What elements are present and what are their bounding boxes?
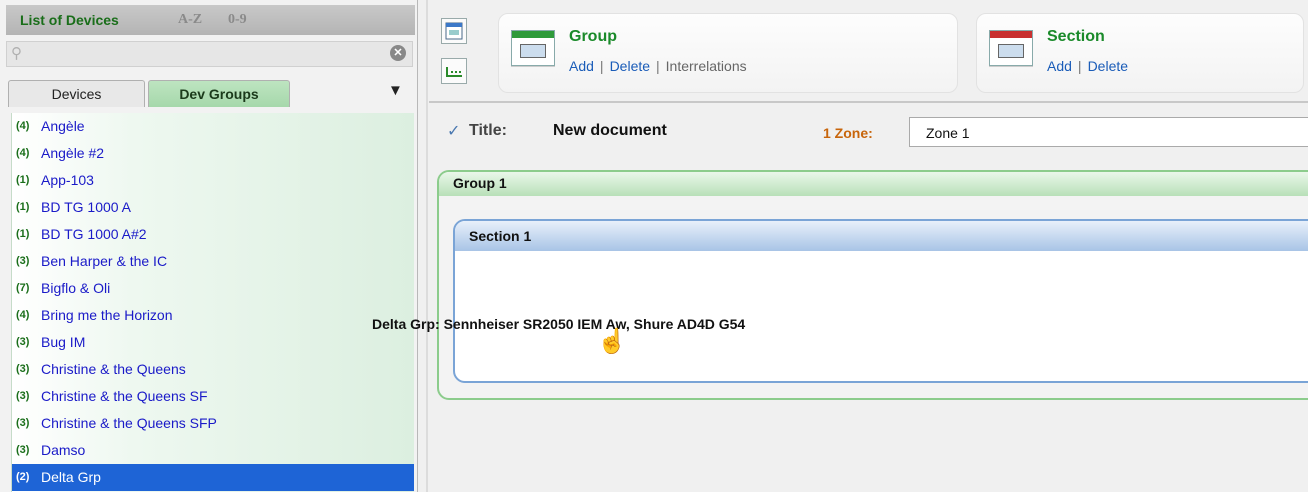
group-name: App-103: [41, 172, 94, 188]
device-count: (3): [16, 390, 30, 402]
group-icon: [511, 30, 555, 66]
list-item[interactable]: (4) Angèle #2: [12, 140, 414, 167]
section-title: Section 1: [469, 228, 532, 244]
device-count: (1): [16, 174, 30, 186]
layout-view-button[interactable]: [441, 18, 467, 44]
device-list-panel: List of Devices A-Z 0-9 ⚲ ✕ Devices Dev …: [0, 0, 418, 492]
group-name: Bigflo & Oli: [41, 280, 111, 296]
tab-devices[interactable]: Devices: [8, 80, 145, 107]
group-toolbar-card: Group Add | Delete | Interrelations: [498, 13, 958, 93]
section-container[interactable]: Section 1: [453, 219, 1308, 383]
view-toolbar: [441, 8, 469, 88]
group-name: Bring me the Horizon: [41, 307, 173, 323]
group-name: Angèle: [41, 118, 85, 134]
dots-icon: [446, 67, 462, 77]
group-name: BD TG 1000 A: [41, 199, 132, 215]
list-item[interactable]: (1) BD TG 1000 A: [12, 194, 414, 221]
section-toolbar-card: Section Add | Delete: [976, 13, 1304, 93]
grid-view-button[interactable]: [441, 58, 467, 84]
list-tabs: Devices Dev Groups ▼: [6, 80, 415, 108]
group-name: Delta Grp: [41, 469, 101, 485]
device-count: (4): [16, 309, 30, 321]
group-name: Christine & the Queens: [41, 361, 186, 377]
device-count: (1): [16, 201, 30, 213]
device-count: (3): [16, 255, 30, 267]
group-header[interactable]: Group 1: [439, 172, 1308, 196]
group-name: Bug IM: [41, 334, 86, 350]
section-card-title: Section: [1047, 28, 1105, 45]
document-title[interactable]: New document: [553, 122, 667, 140]
device-assignment-label[interactable]: Delta Grp: Sennheiser SR2050 IEM Aw, Shu…: [372, 316, 745, 332]
panel-title: List of Devices: [20, 12, 119, 28]
section-icon: [989, 30, 1033, 66]
device-count: (3): [16, 417, 30, 429]
device-count: (1): [16, 228, 30, 240]
list-item[interactable]: (7) Bigflo & Oli: [12, 275, 414, 302]
list-item[interactable]: (1) BD TG 1000 A#2: [12, 221, 414, 248]
zone-field[interactable]: Zone 1: [909, 117, 1308, 147]
group-title: Group 1: [453, 175, 507, 191]
device-count: (4): [16, 120, 30, 132]
device-count: (3): [16, 363, 30, 375]
document-area: ✓ Title: New document 1 Zone: Zone 1 Gro…: [429, 103, 1308, 492]
edit-title-icon[interactable]: ✓: [447, 121, 460, 141]
section-header[interactable]: Section 1: [455, 221, 1308, 251]
window-icon: [445, 22, 463, 40]
device-count: (4): [16, 147, 30, 159]
filter-icon[interactable]: ▼: [388, 82, 403, 99]
group-name: Christine & the Queens SF: [41, 388, 208, 404]
search-input[interactable]: ⚲ ✕: [6, 41, 413, 67]
delete-section-link[interactable]: Delete: [1088, 58, 1128, 74]
list-item[interactable]: (3) Bug IM: [12, 329, 414, 356]
group-name: Christine & the Queens SFP: [41, 415, 217, 431]
add-group-link[interactable]: Add: [569, 58, 594, 74]
interrelations-link[interactable]: Interrelations: [666, 58, 747, 74]
group-actions: Add | Delete | Interrelations: [569, 58, 747, 74]
device-count: (2): [16, 471, 30, 483]
group-card-title: Group: [569, 28, 617, 45]
sort-09-button[interactable]: 0-9: [228, 12, 247, 28]
add-section-link[interactable]: Add: [1047, 58, 1072, 74]
title-label: Title:: [469, 122, 507, 139]
list-item[interactable]: (3) Christine & the Queens SF: [12, 383, 414, 410]
panel-header: List of Devices A-Z 0-9: [6, 5, 415, 35]
device-count: (7): [16, 282, 30, 294]
group-name: BD TG 1000 A#2: [41, 226, 147, 242]
list-item[interactable]: (3) Ben Harper & the IC: [12, 248, 414, 275]
list-item[interactable]: (3) Christine & the Queens: [12, 356, 414, 383]
list-item[interactable]: (4) Bring me the Horizon: [12, 302, 414, 329]
device-group-list: (4) Angèle (4) Angèle #2 (1) App-103 (1) BD TG …: [11, 113, 414, 492]
group-name: Ben Harper & the IC: [41, 253, 168, 269]
delete-group-link[interactable]: Delete: [610, 58, 650, 74]
section-actions: Add | Delete: [1047, 58, 1129, 74]
zone-label: 1 Zone:: [823, 125, 873, 141]
group-name: Angèle #2: [41, 145, 105, 161]
sort-az-button[interactable]: A-Z: [178, 12, 202, 28]
device-count: (3): [16, 444, 30, 456]
list-item[interactable]: (2) Delta Grp: [12, 464, 414, 491]
hand-cursor-icon: ☝: [597, 328, 627, 355]
panel-divider: [426, 0, 428, 492]
device-count: (3): [16, 336, 30, 348]
search-icon: ⚲: [11, 45, 22, 62]
tab-dev-groups[interactable]: Dev Groups: [148, 80, 290, 107]
group-name: Damso: [41, 442, 86, 458]
clear-search-icon[interactable]: ✕: [390, 45, 406, 61]
group-container[interactable]: Group 1 Section 1: [437, 170, 1308, 400]
list-item[interactable]: (1) App-103: [12, 167, 414, 194]
list-item[interactable]: (3) Christine & the Queens SFP: [12, 410, 414, 437]
list-item[interactable]: (4) Angèle: [12, 113, 414, 140]
list-item[interactable]: (3) Damso: [12, 437, 414, 464]
